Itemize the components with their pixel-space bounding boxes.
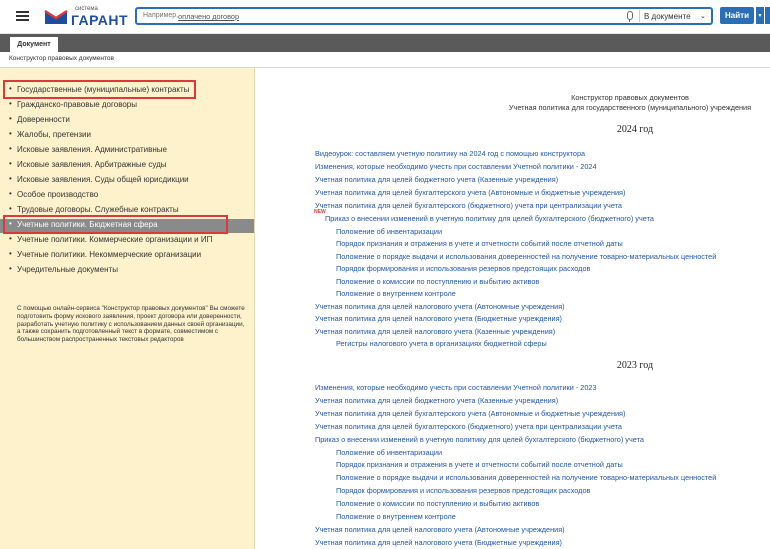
link-2024-internal-control[interactable]: Положение о внутреннем контроле: [336, 289, 456, 298]
link-2024-bookkeeping-autonomous[interactable]: Учетная политика для целей бухгалтерског…: [315, 188, 625, 197]
link-2023-bookkeeping-autonomous[interactable]: Учетная политика для целей бухгалтерског…: [315, 409, 625, 418]
search-button[interactable]: Найти: [720, 7, 754, 24]
link-2024-budget-accounting[interactable]: Учетная политика для целей бюджетного уч…: [315, 175, 558, 184]
search-placeholder-example[interactable]: оплачено договор: [178, 12, 239, 21]
link-2023-reserves[interactable]: Порядок формирования и использования рез…: [336, 486, 590, 495]
link-2024-tax-registers[interactable]: Регистры налогового учета в организациях…: [336, 339, 547, 348]
search-divider: [639, 10, 640, 22]
sidebar-item-label: Учетные политики. Некоммерческие организ…: [17, 250, 202, 259]
sidebar-description: С помощью онлайн-сервиса "Конструктор пр…: [17, 305, 245, 344]
microphone-icon[interactable]: [627, 11, 633, 20]
bullet-icon: •: [9, 189, 12, 198]
sidebar-item-label: Исковые заявления. Арбитражные суды: [17, 160, 167, 169]
bullet-icon: •: [9, 234, 12, 243]
highlight-box: [3, 80, 196, 99]
link-2023-assets-commission[interactable]: Положение о комиссии по поступлению и вы…: [336, 499, 539, 508]
link-2024-tax-budget[interactable]: Учетная политика для целей налогового уч…: [315, 314, 562, 323]
garant-logo[interactable]: система ГАРАНТ: [44, 6, 129, 28]
chevron-down-icon[interactable]: ⌄: [700, 12, 706, 20]
sidebar-item-label: Учредительные документы: [17, 265, 118, 274]
link-2023-centralized-accounting[interactable]: Учетная политика для целей бухгалтерског…: [315, 422, 622, 431]
search-placeholder: Например, оплачено договор: [143, 12, 239, 21]
link-2024-subsequent-events[interactable]: Порядок признания и отражения в учете и …: [336, 239, 623, 248]
sidebar-item-label: Трудовые договоры. Служебные контракты: [17, 205, 179, 214]
bullet-icon: •: [9, 129, 12, 138]
link-2024-inventory[interactable]: Положение об инвентаризации: [336, 227, 442, 236]
link-2023-tax-budget[interactable]: Учетная политика для целей налогового уч…: [315, 538, 562, 547]
sidebar-item-complaints[interactable]: • Жалобы, претензии: [0, 129, 254, 143]
sidebar-item-accounting-commercial[interactable]: • Учетные политики. Коммерческие организа…: [0, 234, 254, 248]
bullet-icon: •: [9, 144, 12, 153]
sidebar-item-label: Учетные политики. Коммерческие организац…: [17, 235, 213, 244]
microphone-stem: [629, 19, 630, 22]
logo-big-text: ГАРАНТ: [71, 12, 129, 28]
link-2024-video-lesson[interactable]: Видеоурок: составляем учетную политику н…: [315, 149, 585, 158]
document-title-line2: Учетная политика для государственного (м…: [508, 103, 752, 112]
sidebar-item-label: Жалобы, претензии: [17, 130, 91, 139]
sidebar-item-label: Гражданско-правовые договоры: [17, 100, 137, 109]
link-2024-reserves[interactable]: Порядок формирования и использования рез…: [336, 264, 590, 273]
garant-logo-mark-icon: [44, 9, 68, 24]
link-2024-changes[interactable]: Изменения, которые необходимо учесть при…: [315, 162, 597, 171]
highlight-box: [3, 215, 228, 234]
bullet-icon: •: [9, 249, 12, 258]
sidebar-item-founding-documents[interactable]: • Учредительные документы: [0, 264, 254, 278]
link-2023-tax-autonomous[interactable]: Учетная политика для целей налогового уч…: [315, 525, 565, 534]
search-input[interactable]: Например, оплачено договор В документе ⌄: [135, 7, 713, 25]
search-options-arrow-icon[interactable]: ▾: [756, 7, 764, 24]
link-2023-budget-accounting[interactable]: Учетная политика для целей бюджетного уч…: [315, 396, 558, 405]
tab-strip: Документ: [0, 34, 770, 52]
bullet-icon: •: [9, 159, 12, 168]
year-heading-2023: 2023 год: [616, 360, 654, 371]
link-2023-powers-of-attorney[interactable]: Положение о порядке выдачи и использован…: [336, 473, 716, 482]
sidebar-item-accounting-nonprofit[interactable]: • Учетные политики. Некоммерческие органи…: [0, 249, 254, 263]
link-2023-amendment-order[interactable]: Приказ о внесении изменений в учетную по…: [315, 435, 644, 444]
sidebar-item-special-proceedings[interactable]: • Особое производство: [0, 189, 254, 203]
bullet-icon: •: [9, 204, 12, 213]
tab-document[interactable]: Документ: [10, 37, 58, 52]
sidebar: • Государственные (муниципальные) контрак…: [0, 68, 255, 549]
link-2024-powers-of-attorney[interactable]: Положение о порядке выдачи и использован…: [336, 252, 716, 261]
main-content: Конструктор правовых документов Учетная …: [255, 68, 770, 549]
link-2023-internal-control[interactable]: Положение о внутреннем контроле: [336, 512, 456, 521]
year-heading-2024: 2024 год: [616, 124, 654, 135]
link-2024-centralized-accounting[interactable]: Учетная политика для целей бухгалтерског…: [315, 201, 622, 210]
bullet-icon: •: [9, 174, 12, 183]
breadcrumb-item[interactable]: Конструктор правовых документов: [9, 55, 114, 62]
sidebar-item-claims-administrative[interactable]: • Исковые заявления. Административные: [0, 144, 254, 158]
sidebar-item-powers-of-attorney[interactable]: • Доверенности: [0, 114, 254, 128]
search-placeholder-prefix: Например,: [143, 12, 179, 19]
link-2023-inventory[interactable]: Положение об инвентаризации: [336, 448, 442, 457]
sidebar-item-label: Особое производство: [17, 190, 99, 199]
bullet-icon: •: [9, 264, 12, 273]
sidebar-item-label: Исковые заявления. Административные: [17, 145, 168, 154]
breadcrumb: Конструктор правовых документов: [0, 52, 770, 68]
sidebar-item-claims-arbitration[interactable]: • Исковые заявления. Арбитражные суды: [0, 159, 254, 173]
link-2024-tax-autonomous[interactable]: Учетная политика для целей налогового уч…: [315, 302, 565, 311]
link-2023-subsequent-events[interactable]: Порядок признания и отражения в учете и …: [336, 460, 623, 469]
bullet-icon: •: [9, 99, 12, 108]
link-2024-assets-commission[interactable]: Положение о комиссии по поступлению и вы…: [336, 277, 539, 286]
bullet-icon: •: [9, 114, 12, 123]
link-2023-changes[interactable]: Изменения, которые необходимо учесть при…: [315, 383, 597, 392]
document-title-line1: Конструктор правовых документов: [571, 93, 689, 102]
menu-icon[interactable]: [16, 11, 29, 21]
search-scope-select[interactable]: В документе: [644, 12, 691, 21]
sidebar-item-claims-general[interactable]: • Исковые заявления. Суды общей юрисдикци…: [0, 174, 254, 188]
link-2024-amendment-order[interactable]: Приказ о внесении изменений в учетную по…: [325, 214, 654, 223]
top-bar: система ГАРАНТ Например, оплачено догово…: [0, 0, 770, 34]
extra-toolbar-button[interactable]: [765, 7, 770, 24]
new-badge: NEW: [314, 209, 326, 215]
link-2024-tax-state[interactable]: Учетная политика для целей налогового уч…: [315, 327, 555, 336]
sidebar-item-label: Доверенности: [17, 115, 70, 124]
sidebar-item-label: Исковые заявления. Суды общей юрисдикции: [17, 175, 189, 184]
sidebar-item-civil-contracts[interactable]: • Гражданско-правовые договоры: [0, 99, 254, 113]
